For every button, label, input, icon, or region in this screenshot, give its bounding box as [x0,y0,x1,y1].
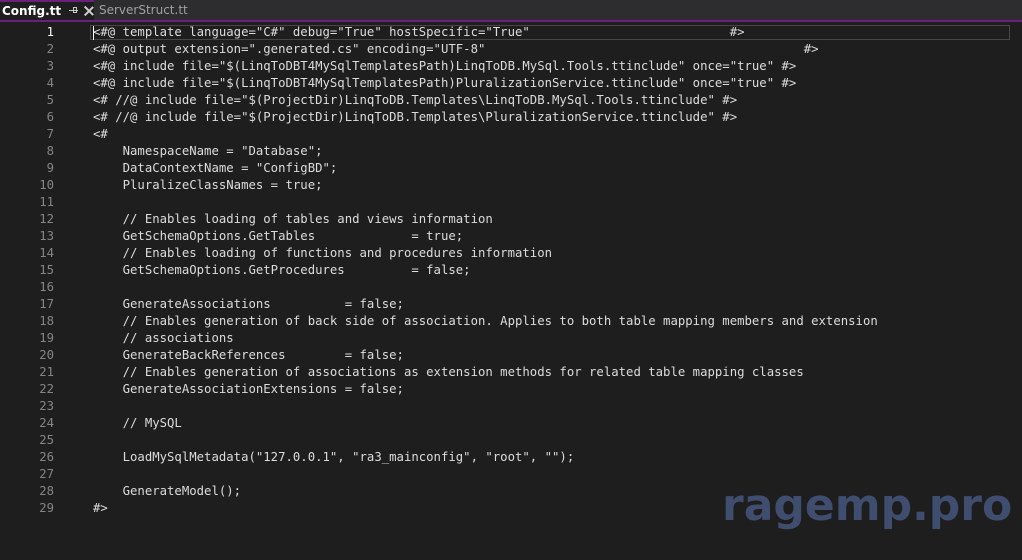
line-number: 12 [39,212,54,226]
line-number: 14 [39,246,54,260]
close-icon[interactable] [84,6,94,16]
code-line[interactable]: 23 [0,398,1022,415]
line-number: 20 [39,348,54,362]
line-number: 24 [39,416,54,430]
line-number: 2 [46,42,54,56]
line-number: 1 [46,25,54,39]
line-number: 18 [39,314,54,328]
line-number: 26 [39,450,54,464]
line-number: 16 [39,280,54,294]
tab-bar: Config.tt ServerStruct.tt [0,0,1022,22]
line-number: 19 [39,331,54,345]
line-number: 5 [46,93,54,107]
code-text: <# //@ include file="$(ProjectDir)LinqTo… [93,110,738,124]
watermark-logo: ragemp.pro [722,480,1013,531]
code-text: #> [93,501,108,515]
line-number: 9 [46,161,54,175]
code-text: <#@ include file="$(LinqToDBT4MySqlTempl… [93,59,797,73]
code-text: // MySQL [93,416,182,430]
code-line[interactable]: 10 PluralizeClassNames = true; [0,177,1022,194]
line-number: 11 [39,195,54,209]
code-text: // Enables generation of associations as… [93,365,804,379]
code-line[interactable]: 8 NamespaceName = "Database"; [0,143,1022,160]
code-line[interactable]: 4 <#@ include file="$(LinqToDBT4MySqlTemp… [0,75,1022,92]
code-line[interactable]: 5 <# //@ include file="$(ProjectDir)LinqT… [0,92,1022,109]
code-text: <#@ include file="$(LinqToDBT4MySqlTempl… [93,76,797,90]
line-number: 23 [39,399,54,413]
line-number: 22 [39,382,54,396]
line-number: 3 [46,59,54,73]
code-text: // Enables loading of functions and proc… [93,246,553,260]
code-line[interactable]: 1 <#@ template language="C#" debug="True"… [0,24,1022,41]
code-text: GenerateBackReferences = false; [93,348,404,362]
code-line[interactable]: 17 GenerateAssociations = false; [0,296,1022,313]
tab-label: Config.tt [2,4,62,18]
code-text: // associations [93,331,234,345]
code-text: <# //@ include file="$(ProjectDir)LinqTo… [93,93,738,107]
code-line[interactable]: 2 <#@ output extension=".generated.cs" en… [0,41,1022,58]
code-line[interactable]: 12 // Enables loading of tables and view… [0,211,1022,228]
code-line[interactable]: 19 // associations [0,330,1022,347]
line-number: 6 [46,110,54,124]
editor-window: Config.tt ServerStruct.tt 1 <#@ template … [0,0,1022,560]
line-number: 27 [39,467,54,481]
tab-config-tt[interactable]: Config.tt [0,0,94,20]
code-text: PluralizeClassNames = true; [93,178,323,192]
code-line[interactable]: 16 [0,279,1022,296]
code-text: LoadMySqlMetadata("127.0.0.1", "ra3_main… [93,450,575,464]
code-line[interactable]: 22 GenerateAssociationExtensions = false… [0,381,1022,398]
code-line[interactable]: 20 GenerateBackReferences = false; [0,347,1022,364]
code-text: GenerateModel(); [93,484,242,498]
code-text: <#@ template language="C#" debug="True" … [93,25,745,39]
code-text: NamespaceName = "Database"; [93,144,323,158]
code-line[interactable]: 15 GetSchemaOptions.GetProcedures = fals… [0,262,1022,279]
line-number: 25 [39,433,54,447]
code-line[interactable]: 6 <# //@ include file="$(ProjectDir)LinqT… [0,109,1022,126]
line-number: 29 [39,501,54,515]
code-text: GenerateAssociationExtensions = false; [93,382,404,396]
code-line[interactable]: 14 // Enables loading of functions and p… [0,245,1022,262]
code-text: GenerateAssociations = false; [93,297,404,311]
pin-icon[interactable] [69,7,79,15]
code-text: GetSchemaOptions.GetTables = true; [93,229,464,243]
line-number: 28 [39,484,54,498]
line-number: 15 [39,263,54,277]
line-number: 7 [46,127,54,141]
line-number: 21 [39,365,54,379]
code-text: // Enables loading of tables and views i… [93,212,493,226]
code-text: DataContextName = "ConfigBD"; [93,161,338,175]
line-number: 4 [46,76,54,90]
code-text: <# [93,127,108,141]
code-line[interactable]: 9 DataContextName = "ConfigBD"; [0,160,1022,177]
code-line[interactable]: 3 <#@ include file="$(LinqToDBT4MySqlTemp… [0,58,1022,75]
code-line[interactable]: 11 [0,194,1022,211]
line-number: 8 [46,144,54,158]
code-line[interactable]: 13 GetSchemaOptions.GetTables = true; [0,228,1022,245]
tab-serverstruct-tt[interactable]: ServerStruct.tt [95,0,188,20]
code-line[interactable]: 7 <# [0,126,1022,143]
tab-label: ServerStruct.tt [99,3,188,17]
line-number: 10 [39,178,54,192]
code-text: GetSchemaOptions.GetProcedures = false; [93,263,471,277]
code-line[interactable]: 25 [0,432,1022,449]
line-number: 17 [39,297,54,311]
code-line[interactable]: 24 // MySQL [0,415,1022,432]
text-caret [93,26,94,40]
code-line[interactable]: 18 // Enables generation of back side of… [0,313,1022,330]
code-line[interactable]: 21 // Enables generation of associations… [0,364,1022,381]
code-line[interactable]: 26 LoadMySqlMetadata("127.0.0.1", "ra3_m… [0,449,1022,466]
code-text: <#@ output extension=".generated.cs" enc… [93,42,819,56]
line-number: 13 [39,229,54,243]
code-text: // Enables generation of back side of as… [93,314,878,328]
